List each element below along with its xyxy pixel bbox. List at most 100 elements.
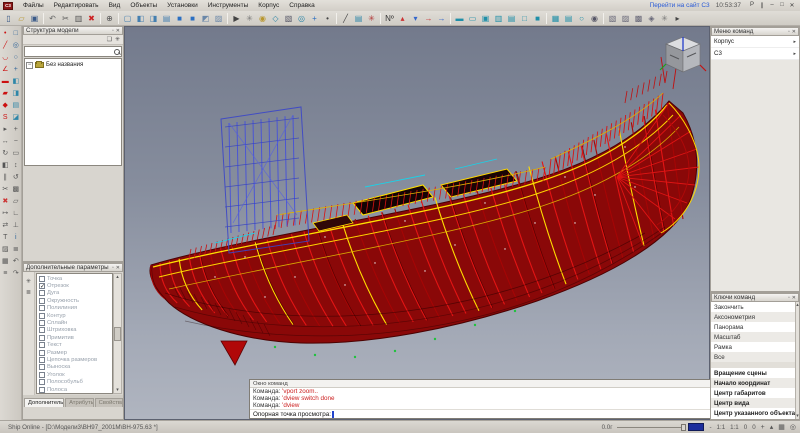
viewport-3d[interactable]: Окно команд Команда: Команда: 'vport zoo… — [124, 26, 710, 420]
tab-attributes[interactable]: Атрибуты — [65, 398, 94, 407]
props-icon[interactable]: ≣ — [11, 243, 22, 255]
menu-установки[interactable]: Установки — [162, 2, 203, 9]
snap-mid-icon[interactable]: ◎ — [11, 39, 22, 51]
panel-b-icon[interactable]: ▭ — [466, 12, 479, 25]
target-icon[interactable]: ◎ — [295, 12, 308, 25]
grid-tool-icon[interactable]: ▦ — [0, 255, 11, 267]
pin-icon[interactable]: ▫ — [788, 28, 790, 36]
filter-item-Текст[interactable]: Текст — [37, 342, 112, 349]
view-side-icon[interactable]: ◨ — [11, 87, 22, 99]
key-cmd-Рамка[interactable]: Рамка — [711, 342, 795, 352]
checkbox-icon[interactable] — [39, 379, 45, 385]
sheet-icon[interactable]: ▤ — [352, 12, 365, 25]
save-icon[interactable]: ▣ — [28, 12, 41, 25]
checkbox-icon[interactable] — [39, 387, 45, 393]
menu-корпус[interactable]: Корпус — [253, 2, 284, 9]
numbering-icon[interactable]: Nº — [383, 12, 396, 25]
snap-end-icon[interactable]: □ — [11, 27, 22, 39]
pan-icon[interactable]: ↕ — [11, 159, 22, 171]
checkbox-icon[interactable] — [39, 290, 45, 296]
new-file-icon[interactable]: ▯ — [2, 12, 15, 25]
checkbox-icon[interactable] — [39, 320, 45, 326]
pencil-icon[interactable]: ╱ — [339, 12, 352, 25]
filter-item-Выноска[interactable]: Выноска — [37, 364, 112, 371]
layers-icon[interactable]: ≡ — [0, 267, 11, 279]
scroll-up-icon[interactable]: ▴ — [116, 274, 119, 280]
pin-icon[interactable]: ▫ — [112, 27, 114, 35]
search-icon[interactable] — [113, 48, 121, 56]
snap-grid-icon[interactable]: ▦ — [778, 423, 785, 431]
view-top-icon[interactable]: ▤ — [11, 99, 22, 111]
orientation-cube[interactable] — [659, 33, 707, 83]
plane-icon[interactable]: ◇ — [269, 12, 282, 25]
view-layout3-icon[interactable]: ◨ — [147, 12, 160, 25]
copy-icon[interactable]: ▥ — [72, 12, 85, 25]
key-cmd-Вращение сцены[interactable]: Вращение сцены — [711, 368, 795, 378]
snap-center-icon[interactable]: ○ — [11, 51, 22, 63]
cube-c-icon[interactable]: ▩ — [632, 12, 645, 25]
filter-item-Уголок[interactable]: Уголок — [37, 371, 112, 378]
redo2-icon[interactable]: ↷ — [11, 267, 22, 279]
filter-item-Дуга[interactable]: Дуга — [37, 290, 112, 297]
dot-ring-icon[interactable]: ◉ — [588, 12, 601, 25]
text-tool-icon[interactable]: T — [0, 231, 11, 243]
checkbox-icon[interactable] — [39, 276, 45, 282]
menu-вид[interactable]: Вид — [104, 2, 126, 9]
filter-item-Окружность[interactable]: Окружность — [37, 297, 112, 304]
zoom-slider[interactable] — [617, 427, 683, 428]
crosshair-icon[interactable]: + — [761, 424, 765, 431]
draw-point-icon[interactable]: • — [0, 27, 11, 39]
list-icon[interactable]: ≣ — [26, 289, 31, 296]
gear-icon[interactable]: ✳ — [243, 12, 256, 25]
orbit-icon[interactable]: ◎ — [790, 423, 796, 431]
move-icon[interactable]: ↔ — [0, 135, 11, 147]
view-iso-icon[interactable]: ◪ — [11, 111, 22, 123]
checkbox-icon[interactable] — [39, 283, 45, 289]
zoom-in-icon[interactable]: + — [11, 123, 22, 135]
key-cmd-Аксонометрия[interactable]: Аксонометрия — [711, 312, 795, 322]
keys-scrollbar[interactable]: ▴ ▾ — [795, 302, 799, 419]
filter-item-Примитив[interactable]: Примитив — [37, 334, 112, 341]
key-cmd-Закончить[interactable]: Закончить — [711, 302, 795, 312]
trim-icon[interactable]: ✂ — [0, 183, 11, 195]
site-link[interactable]: Перейти на сайт С3 — [650, 2, 710, 9]
draw-solid-icon[interactable]: ◆ — [0, 99, 11, 111]
wire-mode-icon[interactable]: ▨ — [212, 12, 225, 25]
menu-инструменты[interactable]: Инструменты — [203, 2, 254, 9]
checkbox-icon[interactable] — [39, 342, 45, 348]
close-icon[interactable]: ✕ — [116, 264, 120, 272]
table-a-icon[interactable]: ▦ — [549, 12, 562, 25]
checkbox-icon[interactable] — [39, 357, 45, 363]
gear2-icon[interactable]: ✳ — [658, 12, 671, 25]
close-icon[interactable]: ✕ — [787, 2, 797, 9]
checkbox-icon[interactable] — [39, 364, 45, 370]
open-folder-icon[interactable]: ▱ — [15, 12, 28, 25]
tab-additional[interactable]: Дополнитель... — [24, 398, 64, 407]
panel-f-icon[interactable]: □ — [518, 12, 531, 25]
erase-icon[interactable]: ✖ — [0, 195, 11, 207]
key-cmd-Панорама[interactable]: Панорама — [711, 322, 795, 332]
arrow-blue-icon[interactable]: ▾ — [409, 12, 422, 25]
settings-icon[interactable]: ✳ — [115, 36, 120, 43]
filter-item-Сплайн[interactable]: Сплайн — [37, 319, 112, 326]
tree-expander-icon[interactable]: − — [26, 62, 33, 69]
info-icon[interactable]: i — [11, 231, 22, 243]
panel-g-icon[interactable]: ■ — [531, 12, 544, 25]
key-cmd-Масштаб[interactable]: Масштаб — [711, 332, 795, 342]
ring-icon[interactable]: ○ — [575, 12, 588, 25]
filter-item-Точка[interactable]: Точка — [37, 275, 112, 282]
dimension-icon[interactable]: ⇄ — [0, 219, 11, 231]
table-b-icon[interactable]: ▤ — [562, 12, 575, 25]
select-icon[interactable]: ▸ — [0, 123, 11, 135]
arrow-red-icon[interactable]: ▴ — [396, 12, 409, 25]
add-icon[interactable]: + — [308, 12, 321, 25]
cursor2-icon[interactable]: ▸ — [671, 12, 684, 25]
draw-surface-icon[interactable]: ▬ — [0, 75, 11, 87]
view-layout2-icon[interactable]: ◧ — [134, 12, 147, 25]
view-front-icon[interactable]: ◧ — [11, 75, 22, 87]
menu-справка[interactable]: Справка — [284, 2, 320, 9]
draw-arc-icon[interactable]: ◡ — [0, 51, 11, 63]
panel-a-icon[interactable]: ▬ — [453, 12, 466, 25]
filter-item-Контур[interactable]: Контур — [37, 312, 112, 319]
draw-line-icon[interactable]: ╱ — [0, 39, 11, 51]
